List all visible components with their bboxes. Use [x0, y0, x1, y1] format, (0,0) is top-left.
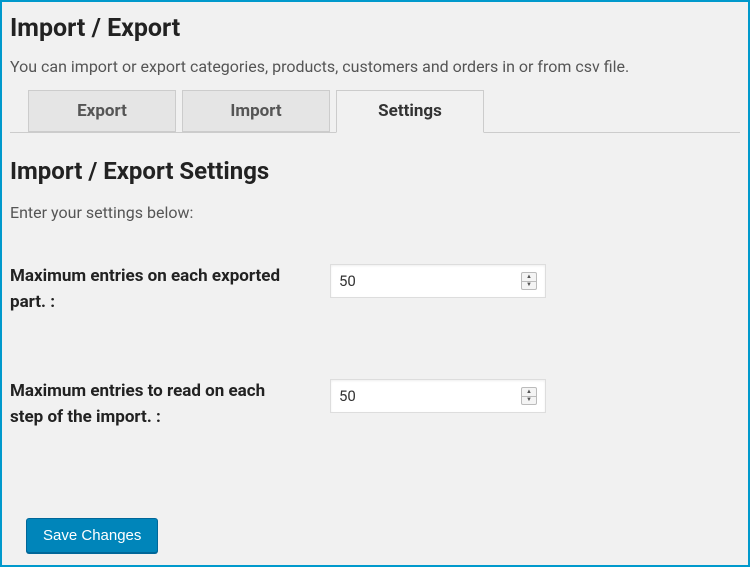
max-export-label: Maximum entries on each exported part. :	[10, 264, 330, 315]
spinner-up-icon[interactable]: ▲	[522, 273, 536, 282]
section-description: Enter your settings below:	[10, 203, 740, 222]
tab-settings[interactable]: Settings	[336, 90, 484, 133]
max-import-spinner: ▲ ▼	[521, 387, 537, 405]
form-row-max-export: Maximum entries on each exported part. :…	[10, 264, 740, 315]
max-export-value: 50	[339, 272, 521, 290]
tab-export[interactable]: Export	[28, 90, 176, 132]
tab-import[interactable]: Import	[182, 90, 330, 132]
max-import-input[interactable]: 50 ▲ ▼	[330, 379, 546, 413]
max-export-spinner: ▲ ▼	[521, 272, 537, 290]
form-row-max-import: Maximum entries to read on each step of …	[10, 379, 740, 430]
section-title: Import / Export Settings	[10, 157, 740, 185]
page-description: You can import or export categories, pro…	[10, 57, 740, 76]
spinner-down-icon[interactable]: ▼	[522, 282, 536, 290]
spinner-down-icon[interactable]: ▼	[522, 397, 536, 405]
page-title: Import / Export	[10, 14, 740, 43]
spinner-up-icon[interactable]: ▲	[522, 388, 536, 397]
max-import-label: Maximum entries to read on each step of …	[10, 379, 330, 430]
tabs-container: Export Import Settings	[10, 90, 740, 133]
save-changes-button[interactable]: Save Changes	[26, 518, 158, 553]
max-import-value: 50	[339, 387, 521, 405]
max-export-input[interactable]: 50 ▲ ▼	[330, 264, 546, 298]
